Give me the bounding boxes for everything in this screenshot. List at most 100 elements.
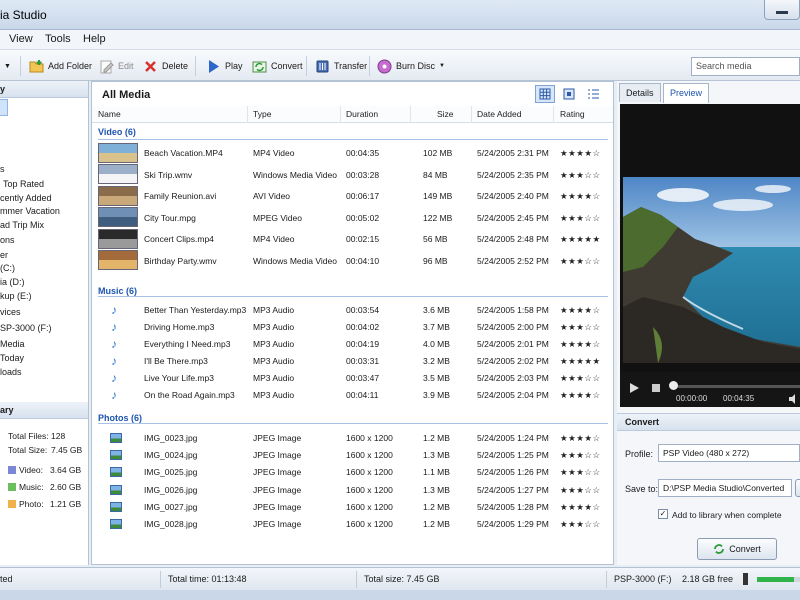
group-header-video[interactable]: Video (6) [98, 127, 136, 137]
video-thumbnail [98, 228, 138, 249]
minimize-button[interactable] [764, 0, 800, 20]
rating-stars[interactable]: ★★★☆☆ [560, 450, 601, 461]
tree-item-locations[interactable]: ons [0, 235, 15, 245]
table-row[interactable]: Ski Trip.wmv Windows Media Video 00:03:28 8… [92, 164, 613, 186]
rating-stars[interactable]: ★★★☆☆ [560, 256, 601, 267]
browse-button[interactable] [795, 479, 800, 497]
rating-stars[interactable]: ★★★☆☆ [560, 213, 601, 224]
transfer-button[interactable]: Transfer [315, 57, 367, 75]
table-row[interactable]: City Tour.mpg MPEG Video 00:05:02 122 MB 5/2… [92, 207, 613, 229]
column-type[interactable]: Type [253, 109, 271, 119]
table-row[interactable]: IMG_0025.jpg JPEG Image 1600 x 1200 1.1 MB 5… [92, 463, 613, 480]
table-row[interactable]: ♪ I'll Be There.mp3 MP3 Audio 00:03:31 3.2 M… [92, 352, 613, 369]
rating-stars[interactable]: ★★★★☆ [560, 305, 601, 316]
rating-stars[interactable]: ★★★☆☆ [560, 467, 601, 478]
tree-item-top-rated[interactable]: Top Rated [3, 179, 44, 189]
tree-item-drive-d[interactable]: ia (D:) [0, 277, 25, 287]
seek-bar[interactable] [672, 385, 800, 388]
grid-view-button[interactable] [535, 85, 555, 103]
table-row[interactable]: ♪ On the Road Again.mp3 MP3 Audio 00:04:11 3… [92, 386, 613, 403]
table-row[interactable]: IMG_0027.jpg JPEG Image 1600 x 1200 1.2 MB 5… [92, 498, 613, 515]
rating-stars[interactable]: ★★★☆☆ [560, 485, 601, 496]
cell-type: MP3 Audio [253, 373, 295, 383]
tree-item-recently-added[interactable]: cently Added [0, 193, 52, 203]
cell-date-added: 5/24/2005 1:29 PM [477, 519, 549, 529]
rating-stars[interactable]: ★★★★☆ [560, 433, 601, 444]
rating-stars[interactable]: ★★★☆☆ [560, 373, 601, 384]
rating-stars[interactable]: ★★★☆☆ [560, 519, 601, 530]
column-size[interactable]: Size [437, 109, 454, 119]
rating-stars[interactable]: ★★★★★ [560, 234, 601, 245]
cell-size: 96 MB [423, 255, 448, 266]
table-row[interactable]: Beach Vacation.MP4 MP4 Video 00:04:35 102 M… [92, 142, 613, 164]
table-row[interactable]: ♪ Driving Home.mp3 MP3 Audio 00:04:02 3.7 MB… [92, 318, 613, 335]
play-icon[interactable] [628, 382, 640, 394]
column-date-added[interactable]: Date Added [477, 109, 521, 119]
search-input[interactable]: Search media [691, 57, 800, 76]
cell-duration: 00:03:31 [346, 356, 380, 366]
table-row[interactable]: Family Reunion.avi AVI Video 00:06:17 149 M… [92, 185, 613, 207]
tree-item-media[interactable]: Media [0, 339, 25, 349]
table-row[interactable]: IMG_0024.jpg JPEG Image 1600 x 1200 1.3 MB 5… [92, 446, 613, 463]
rating-stars[interactable]: ★★★★☆ [560, 502, 601, 513]
group-header-photos[interactable]: Photos (6) [98, 413, 142, 423]
rating-stars[interactable]: ★★★★☆ [560, 191, 601, 202]
table-row[interactable]: IMG_0023.jpg JPEG Image 1600 x 1200 1.2 MB 5… [92, 429, 613, 446]
convert-toolbar-button[interactable]: Convert [252, 57, 303, 75]
table-row[interactable]: ♪ Better Than Yesterday.mp3 MP3 Audio 00:03… [92, 301, 613, 318]
menu-help[interactable]: Help [83, 33, 106, 45]
play-button[interactable]: Play [206, 57, 243, 75]
delete-button[interactable]: Delete [143, 57, 188, 75]
cell-duration: 00:04:11 [346, 390, 379, 400]
convert-button[interactable]: Convert [697, 538, 777, 560]
menu-tools[interactable]: Tools [45, 33, 71, 45]
table-row[interactable]: IMG_0028.jpg JPEG Image 1600 x 1200 1.2 MB 5… [92, 515, 613, 532]
tree-item-road-trip-mix[interactable]: ad Trip Mix [0, 220, 44, 230]
tree-item-computer[interactable]: er [0, 250, 8, 260]
tree-item-summer-vacation[interactable]: mmer Vacation [0, 206, 60, 216]
tab-details[interactable]: Details [619, 83, 661, 102]
column-divider [553, 106, 554, 123]
save-to-field[interactable]: D:\PSP Media Studio\Converted [658, 479, 792, 497]
toolbar-dropdown[interactable]: ▼ [4, 57, 11, 75]
tree-item-today[interactable]: Today [0, 353, 24, 363]
add-folder-button[interactable]: Add Folder [29, 57, 92, 75]
table-row[interactable]: IMG_0026.jpg JPEG Image 1600 x 1200 1.3 MB 5… [92, 481, 613, 498]
tree-item-psp[interactable]: SP-3000 (F:) [0, 323, 52, 333]
tree-item[interactable]: s [0, 164, 5, 174]
group-header-music[interactable]: Music (6) [98, 286, 137, 296]
menu-view[interactable]: View [9, 33, 33, 45]
tree-item-drive-e[interactable]: kup (E:) [0, 291, 32, 301]
column-duration[interactable]: Duration [346, 109, 378, 119]
rating-stars[interactable]: ★★★★☆ [560, 339, 601, 350]
table-row[interactable]: ♪ Live Your Life.mp3 MP3 Audio 00:03:47 3.5 … [92, 369, 613, 386]
cell-duration: 00:03:28 [346, 169, 380, 180]
table-row[interactable]: ♪ Everything I Need.mp3 MP3 Audio 00:04:19 4… [92, 335, 613, 352]
rating-stars[interactable]: ★★★☆☆ [560, 170, 601, 181]
group-divider [98, 296, 608, 297]
tree-item-downloads[interactable]: loads [0, 367, 22, 377]
rating-stars[interactable]: ★★★☆☆ [560, 322, 601, 333]
thumbnail-view-button[interactable] [559, 85, 579, 103]
column-rating[interactable]: Rating [560, 109, 585, 119]
volume-icon[interactable] [788, 393, 800, 405]
table-row[interactable]: Birthday Party.wmv Windows Media Video 00:… [92, 250, 613, 272]
convert-icon [714, 544, 725, 554]
selected-item-highlight[interactable] [0, 99, 8, 116]
rating-stars[interactable]: ★★★★★ [560, 356, 601, 367]
tab-preview[interactable]: Preview [663, 83, 710, 103]
rating-stars[interactable]: ★★★★☆ [560, 390, 601, 401]
stop-icon[interactable] [651, 383, 661, 393]
table-row[interactable]: Concert Clips.mp4 MP4 Video 00:02:15 56 MB 5… [92, 228, 613, 250]
add-to-library-checkbox[interactable]: ✓ [658, 509, 668, 519]
burn-disc-button[interactable]: Burn Disc ▼ [377, 57, 445, 75]
profile-select[interactable]: PSP Video (480 x 272) [658, 444, 800, 462]
tree-item-devices[interactable]: vices [0, 307, 21, 317]
tree-item-drive-c[interactable]: (C:) [0, 263, 15, 273]
rating-stars[interactable]: ★★★★☆ [560, 148, 601, 159]
list-view-button[interactable] [583, 85, 603, 103]
seek-handle[interactable] [669, 381, 678, 390]
column-name[interactable]: Name [98, 109, 121, 119]
add-to-library-label: Add to library when complete [672, 510, 782, 520]
edit-button[interactable]: Edit [99, 57, 134, 75]
